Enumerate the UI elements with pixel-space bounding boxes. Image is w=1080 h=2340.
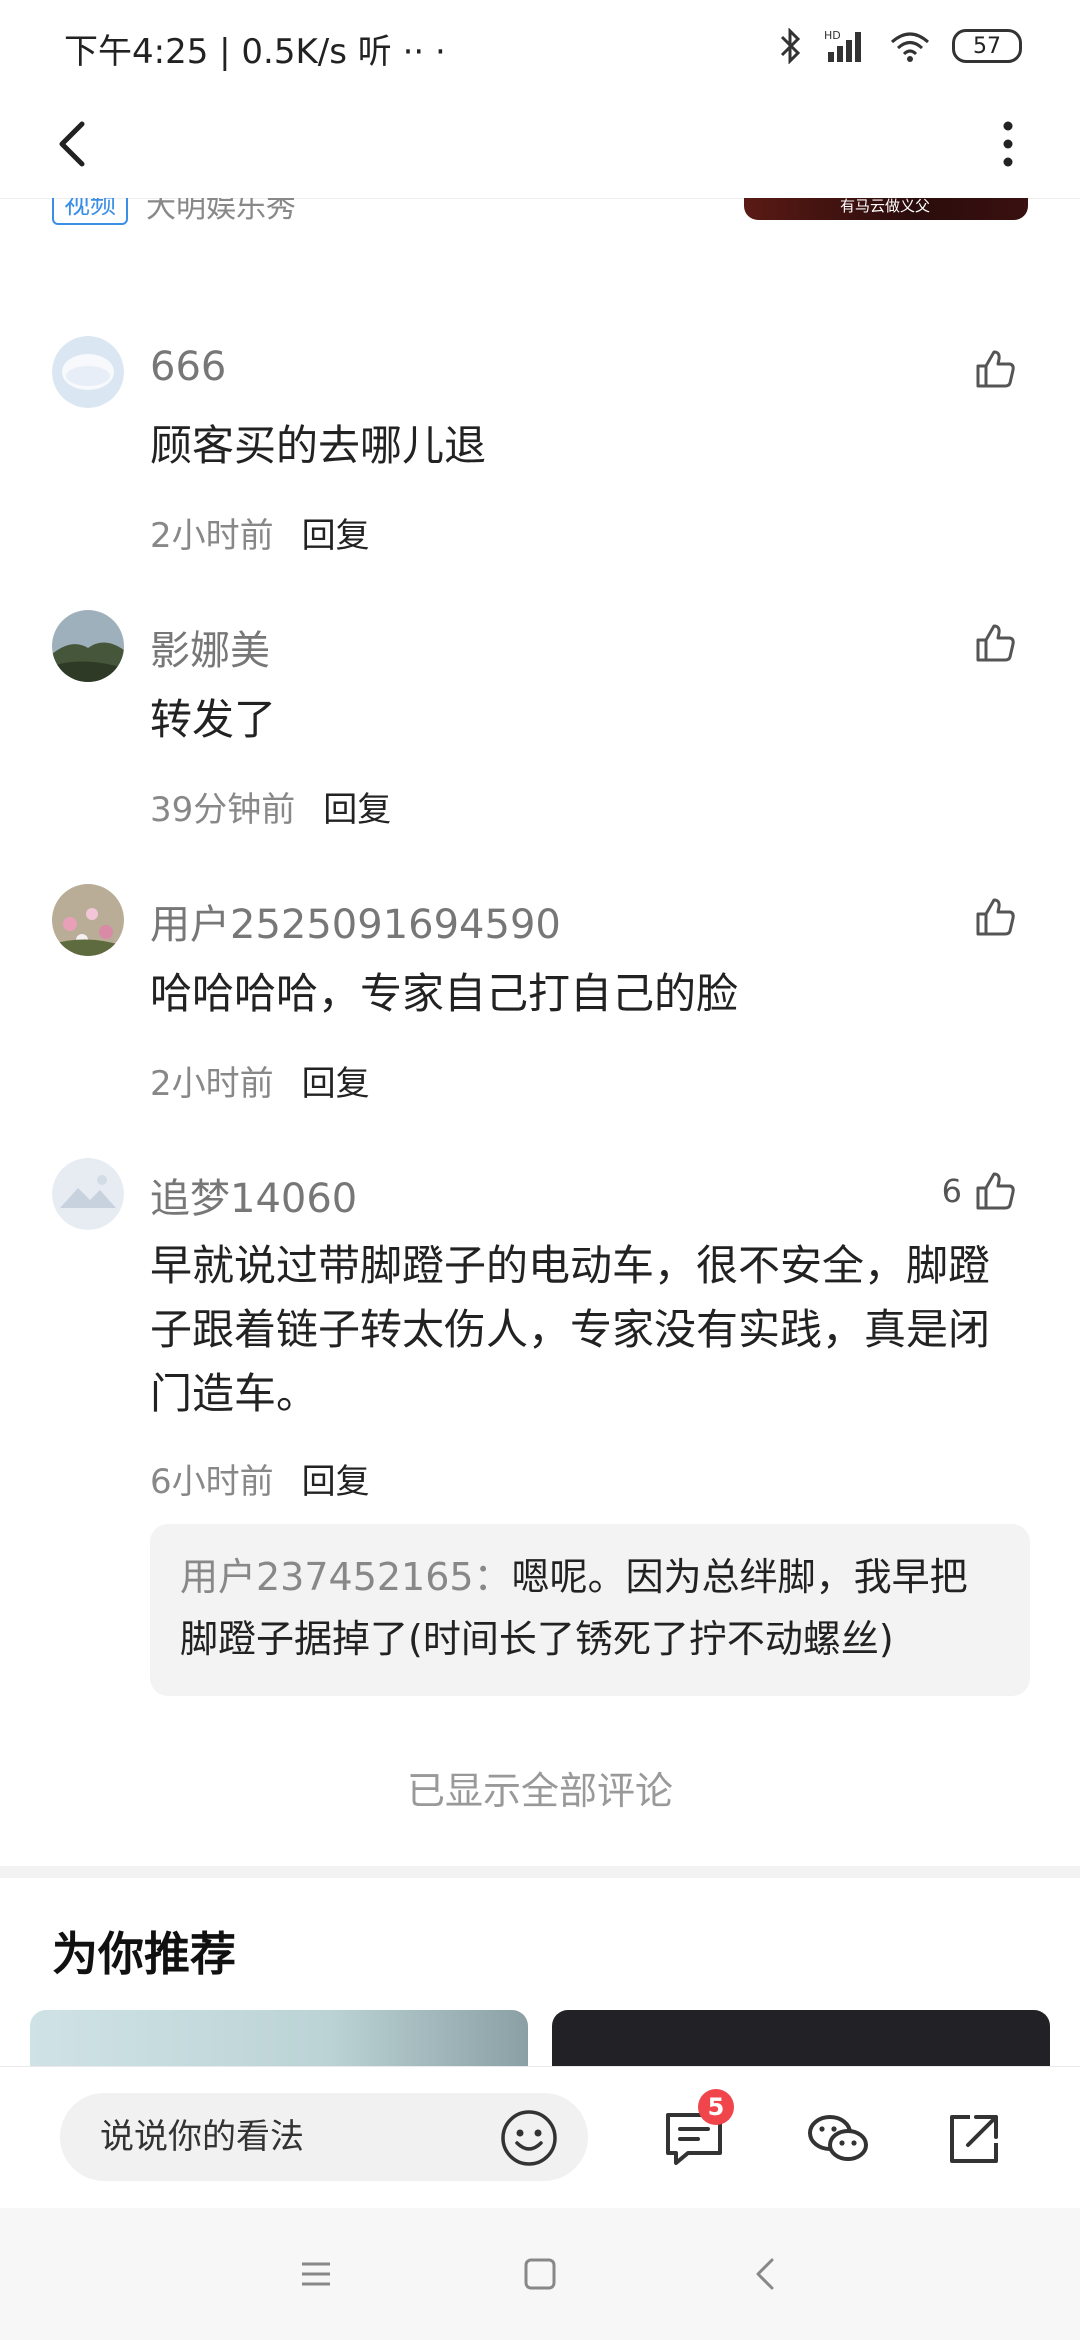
- like-button[interactable]: [962, 620, 1018, 666]
- comment-count-badge: 5: [698, 2089, 734, 2125]
- comment-time: 39分钟前: [150, 790, 296, 830]
- back-arrow-icon[interactable]: [42, 112, 106, 176]
- more-options-icon[interactable]: [976, 112, 1040, 176]
- thumbs-up-icon: [976, 624, 1015, 662]
- avatar[interactable]: [52, 884, 124, 956]
- nested-reply-box[interactable]: 用户237452165：嗯呢。因为总绊脚，我早把脚蹬子据掉了(时间长了锈死了拧不…: [150, 1524, 1030, 1696]
- system-back-icon[interactable]: [744, 2252, 788, 2296]
- svg-text:HD: HD: [824, 29, 841, 42]
- reply-button[interactable]: 回复: [302, 1462, 370, 1502]
- status-time-network: 下午4:25 | 0.5K/s 听 ·· ·: [64, 32, 446, 72]
- recommend-card[interactable]: [30, 2010, 528, 2066]
- video-tag: 视频: [52, 198, 129, 225]
- like-button[interactable]: 6: [942, 1168, 1018, 1214]
- signal-icon: HD: [824, 29, 861, 62]
- comment-meta: 39分钟前 回复: [150, 782, 391, 831]
- comment-time: 2小时前: [150, 1064, 274, 1104]
- battery-indicator: 57: [952, 29, 1022, 63]
- share-icon[interactable]: [940, 2105, 1008, 2173]
- reply-button[interactable]: 回复: [323, 790, 391, 830]
- thumbs-up-icon: [976, 350, 1015, 388]
- recommend-card[interactable]: [552, 2010, 1050, 2066]
- avatar[interactable]: [52, 336, 124, 408]
- comment-text: 转发了: [150, 695, 277, 744]
- thumbs-up-icon: [976, 898, 1015, 936]
- like-button[interactable]: [962, 346, 1018, 392]
- comment-username[interactable]: 影娜美: [150, 618, 270, 676]
- wifi-icon: [891, 32, 929, 62]
- comment-time: 2小时前: [150, 516, 274, 556]
- comment-meta: 2小时前 回复: [150, 1056, 370, 1105]
- recommend-title: 为你推荐: [52, 1927, 236, 1981]
- avatar[interactable]: [52, 1158, 124, 1230]
- top-nav-bar: [0, 92, 1080, 199]
- reply-button[interactable]: 回复: [302, 516, 370, 556]
- like-button[interactable]: [962, 894, 1018, 940]
- wechat-share-icon[interactable]: [804, 2105, 872, 2173]
- all-comments-shown-label: 已显示全部评论: [406, 1769, 673, 1813]
- comment-meta: 6小时前 回复: [150, 1454, 370, 1503]
- like-count: 6: [941, 1172, 962, 1210]
- comment-text: 早就说过带脚蹬子的电动车，很不安全，脚蹬子跟着链子转太伤人，专家没有实践，真是闭…: [150, 1241, 991, 1418]
- avatar[interactable]: [52, 610, 124, 682]
- comment-username[interactable]: 追梦14060: [150, 1166, 357, 1224]
- thumbnail-caption: 有马云做义父: [840, 198, 931, 215]
- comment-username[interactable]: 用户2525091694590: [150, 892, 561, 950]
- home-icon[interactable]: [518, 2252, 562, 2296]
- bottom-action-bar: 5: [0, 2066, 1080, 2209]
- status-bar: 下午4:25 | 0.5K/s 听 ·· · HD 57: [0, 0, 1080, 92]
- comment-time: 6小时前: [150, 1462, 274, 1502]
- thumbs-up-icon: [976, 1172, 1015, 1210]
- bluetooth-icon: [780, 28, 801, 64]
- comment-username[interactable]: 666: [150, 344, 226, 390]
- menu-icon[interactable]: [294, 2252, 338, 2296]
- article-header-fragment: 视频 大明娱乐秀 有马云做义父: [0, 198, 1080, 226]
- comment-text: 顾客买的去哪儿退: [150, 421, 487, 470]
- video-thumbnail[interactable]: 有马云做义父: [744, 198, 1028, 220]
- comment-meta: 2小时前 回复: [150, 508, 370, 557]
- comment-text: 哈哈哈哈，专家自己打自己的脸: [150, 969, 739, 1018]
- section-divider: [0, 1866, 1080, 1878]
- reply-button[interactable]: 回复: [302, 1064, 370, 1104]
- battery-level: 57: [973, 33, 1001, 59]
- source-name[interactable]: 大明娱乐秀: [146, 198, 296, 226]
- system-nav-bar: [0, 2208, 1080, 2340]
- status-icons: HD 57: [778, 28, 1022, 64]
- emoji-icon[interactable]: [498, 2107, 560, 2169]
- nested-reply-username[interactable]: 用户237452165：: [180, 1555, 512, 1599]
